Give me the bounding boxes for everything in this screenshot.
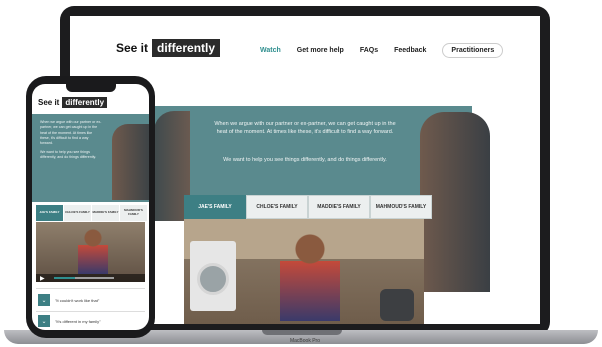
hero-intro-text: When we argue with our partner or ex-par… [214,121,396,135]
nav-get-more-help[interactable]: Get more help [297,47,344,54]
phone-logo-differently-text: differently [62,97,108,108]
phone-question-text: "It couldn't work like that" [55,297,100,303]
nav-faqs[interactable]: FAQs [360,47,378,54]
tab-mahmouds-family[interactable]: MAHMOUD'S FAMILY [370,195,432,219]
nav-watch[interactable]: Watch [260,47,281,54]
phone-logo[interactable]: See it differently [38,97,108,108]
phone-family-tabs: JAE'S FAMILY CHLOE'S FAMILY MADDIE'S FAM… [36,205,147,221]
phone-tab-maddies-family[interactable]: MADDIE'S FAMILY [92,205,119,221]
phone-divider [36,288,145,289]
child-image [280,231,340,321]
phone-question-row[interactable]: ⌄ "It's different in my family" [38,312,144,330]
phone-tab-jaes-family[interactable]: JAE'S FAMILY [36,205,63,221]
scene: See it differently Watch Get more help F… [0,0,602,347]
phone-hero-intro-text: When we argue with our partner or ex-par… [40,120,102,146]
washer-door-image [197,263,229,295]
phone-video-progress-fill [54,277,75,279]
bin-image [380,289,414,321]
logo-see-text: See it [116,41,149,55]
tab-jaes-family[interactable]: JAE'S FAMILY [184,195,246,219]
hero-help-text: We want to help you see things different… [223,157,387,163]
video-player[interactable] [184,219,424,324]
site-header: See it differently Watch Get more help F… [70,16,540,82]
phone-screen: See it differently When we argue with ou… [32,84,149,330]
phone-tab-chloes-family[interactable]: CHLOE'S FAMILY [64,205,91,221]
phone-notch [66,84,116,92]
phone-hero-help-text: We want to help you see things different… [40,150,97,160]
tab-chloes-family[interactable]: CHLOE'S FAMILY [246,195,308,219]
family-tabs: JAE'S FAMILY CHLOE'S FAMILY MADDIE'S FAM… [184,195,432,219]
nav-practitioners-button[interactable]: Practitioners [442,43,504,58]
phone-video-player[interactable]: ▶ [36,222,145,282]
phone-tab-mahmouds-family[interactable]: MAHMOUD'S FAMILY [120,205,147,221]
phone-logo-see-text: See it [38,98,60,107]
phone-hero-face-image [112,124,149,200]
laptop-notch [262,330,342,335]
phone-child-image [78,228,108,274]
laptop-brand-label: MacBook Pro [289,338,320,344]
phone-question-row[interactable]: ⌄ "It couldn't work like that" [38,291,144,309]
logo-differently-text: differently [152,39,221,57]
play-icon[interactable]: ▶ [40,275,45,282]
chevron-down-icon: ⌄ [38,294,50,306]
tab-maddies-family[interactable]: MADDIE'S FAMILY [308,195,370,219]
chevron-down-icon: ⌄ [38,315,50,327]
phone-question-text: "It's different in my family" [55,318,101,324]
site-logo[interactable]: See it differently [116,39,221,57]
main-nav: Watch Get more help FAQs Feedback Practi… [260,43,504,58]
nav-feedback[interactable]: Feedback [394,47,426,54]
